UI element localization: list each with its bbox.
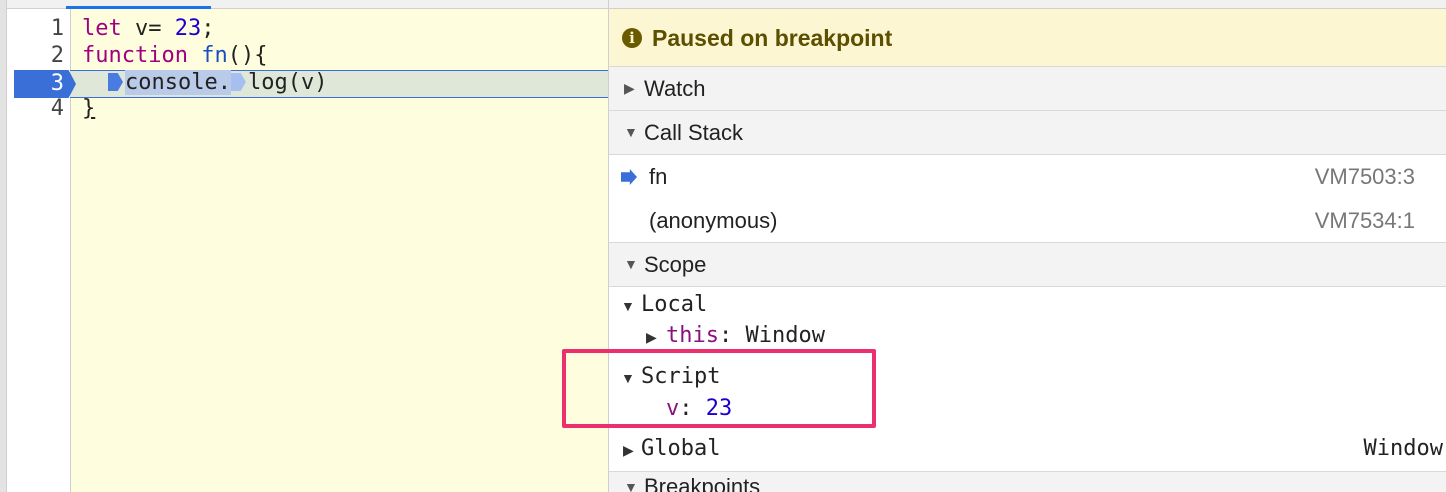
paused-banner: i Paused on breakpoint: [609, 9, 1446, 67]
scope-local-label: Local: [641, 292, 708, 317]
frame-name: fn: [649, 164, 668, 189]
collapse-triangle-icon: ▼: [624, 256, 638, 272]
breakpoints-title: Breakpoints: [644, 474, 761, 492]
call-stack-section-header[interactable]: ▼ Call Stack: [609, 110, 1446, 155]
code-token: log(v): [247, 70, 328, 95]
watch-section-header[interactable]: ▶ Watch: [609, 66, 1446, 111]
source-editor[interactable]: 3 1 let v= 23; 2 function fn(){ console.…: [0, 0, 608, 492]
code-token: console: [125, 70, 218, 95]
property-key: this: [666, 323, 719, 348]
code-token: (){: [227, 43, 268, 68]
frame-name: (anonymous): [649, 208, 778, 233]
property-sep: :: [718, 323, 746, 348]
keyword-token: function: [82, 43, 188, 68]
annotation-highlight-box: [562, 349, 876, 428]
collapse-triangle-icon: ▼: [624, 124, 638, 140]
inline-breakpoint-icon[interactable]: [230, 73, 246, 91]
collapse-triangle-icon: ▼: [621, 298, 635, 314]
code-text[interactable]: function fn(){: [82, 43, 267, 69]
number-token: 23: [174, 16, 202, 41]
line-number[interactable]: 1: [7, 16, 64, 42]
watch-title: Watch: [644, 76, 706, 101]
line-number[interactable]: 2: [7, 43, 64, 69]
code-text[interactable]: }: [82, 96, 95, 122]
code-token: ;: [201, 16, 215, 41]
call-frame-fn[interactable]: fn VM7503:3: [609, 155, 1446, 200]
active-tab-indicator: [66, 6, 211, 9]
line-number[interactable]: 4: [7, 96, 64, 122]
collapse-triangle-icon: ▼: [624, 479, 638, 492]
breakpoints-section-header[interactable]: ▼ Breakpoints: [609, 471, 1446, 492]
expand-triangle-icon: ▶: [623, 442, 634, 458]
sidebar-toolbar-edge: [609, 0, 1446, 9]
code-token: v=: [121, 16, 175, 41]
scope-global-value: Window: [1363, 436, 1443, 461]
code-token: .: [217, 70, 231, 95]
inline-breakpoint-icon[interactable]: [108, 73, 123, 91]
code-line-1: 1 let v= 23;: [0, 16, 608, 42]
frame-location[interactable]: VM7503:3: [1315, 155, 1415, 199]
property-value: Window: [745, 323, 825, 348]
scope-section-header[interactable]: ▼ Scope: [609, 242, 1446, 287]
keyword-token: let: [82, 16, 122, 41]
expand-triangle-icon: ▶: [624, 80, 635, 96]
code-text[interactable]: let v= 23;: [82, 16, 214, 42]
function-name-token: fn: [201, 43, 228, 68]
call-frame-anonymous[interactable]: (anonymous) VM7534:1: [609, 199, 1446, 244]
frame-location[interactable]: VM7534:1: [1315, 199, 1415, 243]
code-line-3: console. log(v): [0, 70, 608, 96]
expand-triangle-icon: ▶: [646, 329, 657, 345]
code-line-2: 2 function fn(){: [0, 43, 608, 69]
info-icon: i: [622, 28, 642, 48]
code-line-4: 4 }: [0, 96, 608, 122]
scope-property: this: Window: [666, 321, 825, 351]
scope-global-label: Global: [641, 436, 721, 461]
code-text[interactable]: console. log(v): [108, 70, 327, 96]
scope-title: Scope: [644, 252, 707, 277]
paused-message: Paused on breakpoint: [652, 25, 893, 51]
call-stack-title: Call Stack: [644, 120, 744, 145]
current-frame-arrow-icon: [621, 169, 637, 185]
